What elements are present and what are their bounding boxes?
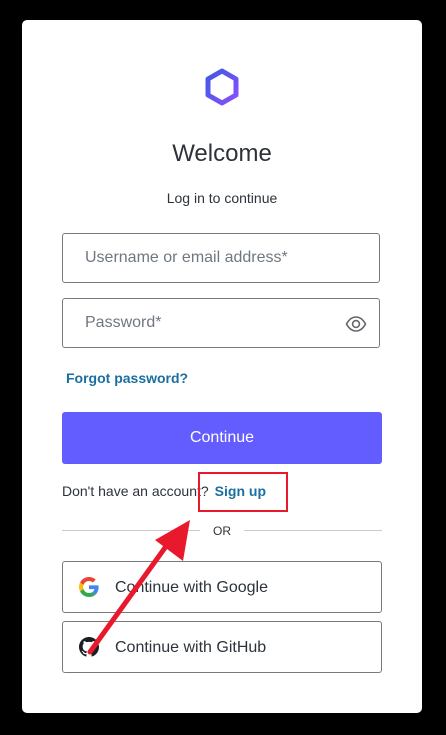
continue-with-google-button[interactable]: Continue with Google — [62, 561, 382, 613]
continue-with-github-button[interactable]: Continue with GitHub — [62, 621, 382, 673]
username-field[interactable] — [62, 233, 380, 283]
hexagon-logo-icon — [205, 68, 239, 106]
divider-label: OR — [213, 524, 231, 538]
login-card: Welcome Log in to continue Forgot passwo… — [22, 20, 422, 713]
google-icon — [79, 577, 99, 597]
page-title: Welcome — [172, 140, 272, 167]
or-divider: OR — [62, 523, 382, 539]
signup-link[interactable]: Sign up — [215, 483, 266, 499]
google-button-label: Continue with Google — [115, 579, 268, 596]
github-button-label: Continue with GitHub — [115, 639, 267, 656]
password-input[interactable] — [63, 299, 379, 347]
password-field[interactable] — [62, 298, 380, 348]
username-input[interactable] — [63, 234, 379, 282]
github-icon — [79, 637, 99, 657]
signup-row: Don't have an account? Sign up — [62, 483, 266, 499]
signup-prompt: Don't have an account? — [62, 483, 209, 499]
page-subtitle: Log in to continue — [166, 190, 278, 206]
eye-icon[interactable] — [345, 314, 367, 334]
continue-button[interactable]: Continue — [62, 412, 382, 464]
divider-line-right — [244, 530, 382, 531]
forgot-password-link[interactable]: Forgot password? — [66, 370, 188, 386]
